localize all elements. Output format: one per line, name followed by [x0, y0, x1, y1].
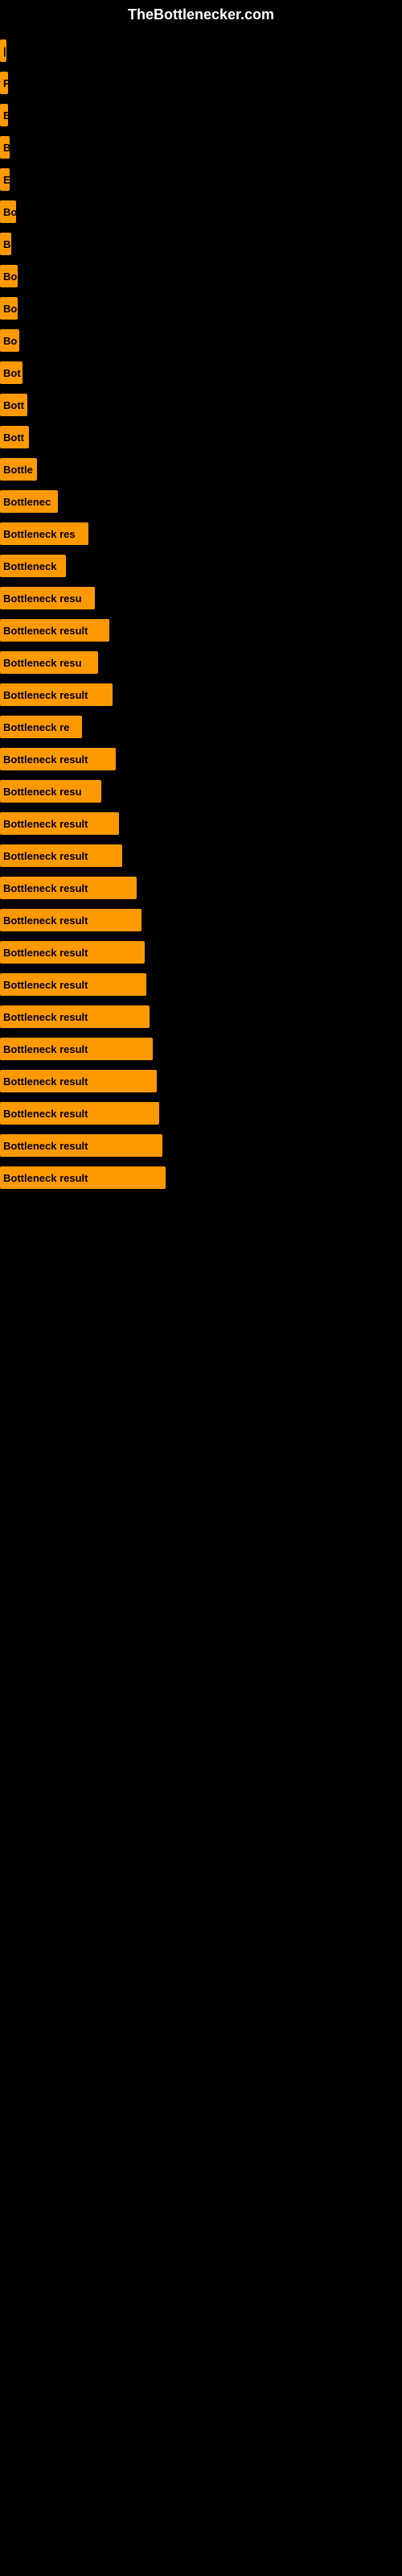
bar-row: E [0, 163, 402, 196]
bar-row: Bottleneck result [0, 1033, 402, 1065]
bottleneck-bar: Bott [0, 426, 29, 448]
bar-row: P [0, 67, 402, 99]
bar-row: Bottleneck re [0, 711, 402, 743]
bar-row: Bottlenec [0, 485, 402, 518]
bar-row: B [0, 131, 402, 163]
bottleneck-bar: Bottleneck result [0, 877, 137, 899]
bottleneck-bar: Bottleneck resu [0, 587, 95, 609]
bottleneck-bar: E [0, 168, 10, 191]
bar-row: Bottleneck result [0, 968, 402, 1001]
bottleneck-bar: B [0, 136, 10, 159]
bar-row: Bottleneck result [0, 1065, 402, 1097]
bottleneck-bar: Bottleneck re [0, 716, 82, 738]
bar-row: Bot [0, 357, 402, 389]
bar-row: Bott [0, 421, 402, 453]
bottleneck-bar: Bo [0, 297, 18, 320]
bar-row: Bottleneck result [0, 743, 402, 775]
bar-row: Bottleneck resu [0, 582, 402, 614]
bottleneck-bar: Bottleneck resu [0, 780, 101, 803]
bottleneck-bar: Bottlenec [0, 490, 58, 513]
bar-row: Bo [0, 292, 402, 324]
bar-row: Bottleneck [0, 550, 402, 582]
bottleneck-bar: Bottleneck result [0, 619, 109, 642]
bar-row: Bo [0, 196, 402, 228]
bar-row: Bottleneck result [0, 872, 402, 904]
bar-row: Bottleneck result [0, 904, 402, 936]
bottleneck-bar: Bottleneck resu [0, 651, 98, 674]
bar-row: Bo [0, 260, 402, 292]
bottleneck-bar: E [0, 104, 8, 126]
bottleneck-bar: Bo [0, 265, 18, 287]
bottleneck-bar: Bottleneck result [0, 1102, 159, 1125]
bottleneck-bar: Bo [0, 200, 16, 223]
bar-row: Bott [0, 389, 402, 421]
bar-row: Bottleneck result [0, 807, 402, 840]
bottleneck-bar: Bottleneck res [0, 522, 88, 545]
bottleneck-bar: Bottleneck result [0, 812, 119, 835]
bottleneck-bar: Bott [0, 394, 27, 416]
bar-row: Bo [0, 324, 402, 357]
bottleneck-bar: Bottleneck result [0, 909, 142, 931]
bottleneck-bar: | [0, 39, 6, 62]
bar-row: Bottleneck resu [0, 775, 402, 807]
bottleneck-bar: Bottleneck result [0, 1070, 157, 1092]
bottleneck-bar: Bottleneck [0, 555, 66, 577]
bar-row: Bottleneck result [0, 1129, 402, 1162]
bar-row: Bottleneck result [0, 614, 402, 646]
bar-row: Bottleneck result [0, 936, 402, 968]
bottleneck-bar: Bottleneck result [0, 1005, 150, 1028]
bottleneck-bar: Bottleneck result [0, 1166, 166, 1189]
bar-row: Bottleneck res [0, 518, 402, 550]
site-title: TheBottlenecker.com [0, 0, 402, 27]
bar-row: | [0, 35, 402, 67]
bar-row: Bottleneck resu [0, 646, 402, 679]
bar-row: Bottleneck result [0, 679, 402, 711]
bottleneck-bar: Bottleneck result [0, 683, 113, 706]
bar-row: B [0, 228, 402, 260]
bar-row: E [0, 99, 402, 131]
bar-row: Bottle [0, 453, 402, 485]
bottleneck-bar: Bottleneck result [0, 748, 116, 770]
bottleneck-bar: B [0, 233, 11, 255]
bottleneck-bar: Bot [0, 361, 23, 384]
bar-row: Bottleneck result [0, 1097, 402, 1129]
bottleneck-bar: Bottleneck result [0, 941, 145, 964]
bottleneck-bar: Bottleneck result [0, 1038, 153, 1060]
bar-row: Bottleneck result [0, 840, 402, 872]
bottleneck-bar: Bottle [0, 458, 37, 481]
bottleneck-bar: Bo [0, 329, 19, 352]
bottleneck-bar: Bottleneck result [0, 844, 122, 867]
bottleneck-bar: Bottleneck result [0, 973, 146, 996]
bottleneck-bar: Bottleneck result [0, 1134, 162, 1157]
bar-row: Bottleneck result [0, 1001, 402, 1033]
bottleneck-bar: P [0, 72, 8, 94]
bar-row: Bottleneck result [0, 1162, 402, 1194]
bars-section: |PEBEBoBBoBoBoBotBottBottBottleBottlenec… [0, 27, 402, 1194]
